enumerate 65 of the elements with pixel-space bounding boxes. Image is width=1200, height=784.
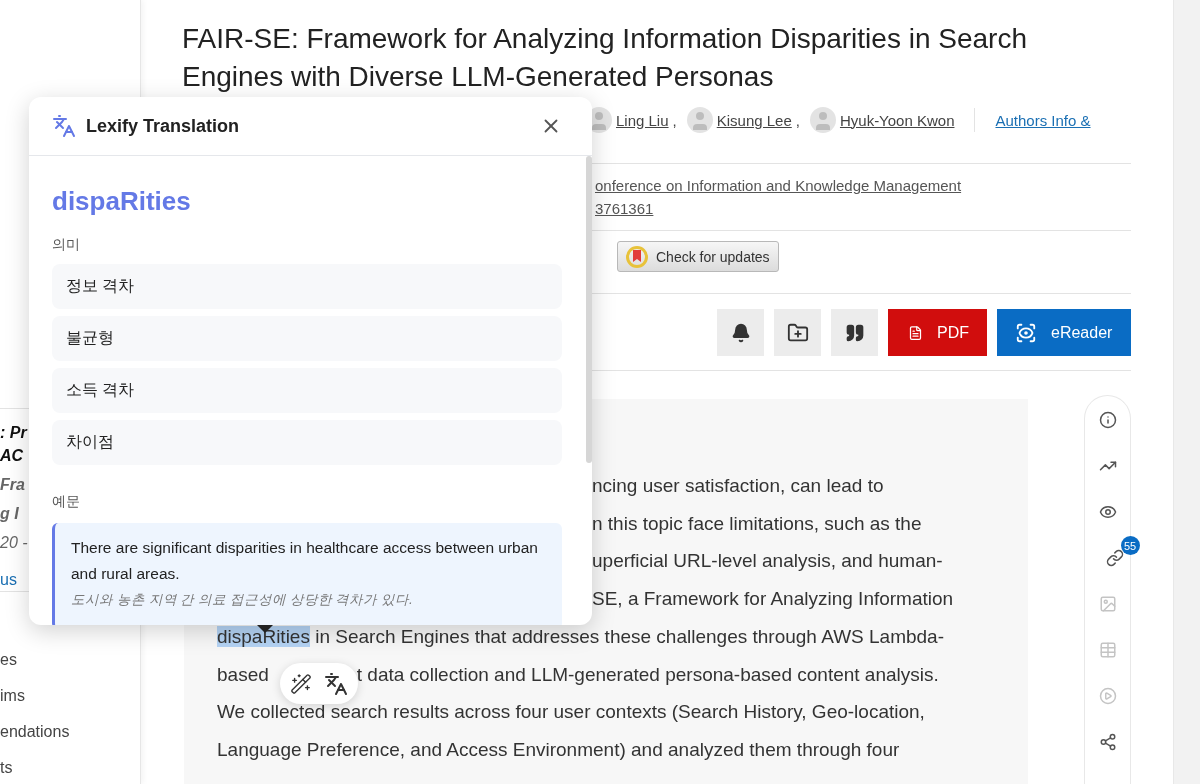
example-sentence: There are significant disparities in healthcare access between urban and rural areas. [71, 538, 539, 584]
author-link[interactable]: Hyuk-Yoon Kwon [839, 111, 955, 129]
link-icon [1105, 549, 1124, 567]
alert-button[interactable] [717, 309, 764, 356]
meaning-item: 불균형 [52, 316, 562, 361]
section-label: 예문 [52, 492, 81, 511]
separator: , [672, 111, 677, 129]
selected-word: dispaRities [217, 625, 310, 647]
card-link[interactable]: us [0, 568, 17, 591]
card-text: 20 - [0, 533, 28, 553]
quote-icon [844, 322, 865, 343]
eye-icon [1098, 503, 1117, 521]
article-title: FAIR-SE: Framework for Analyzing Information Disparities in Search Engines with Diverse LLM-Generated Personas [182, 22, 1028, 94]
card-text: AC [0, 446, 24, 466]
meaning-item: 정보 격차 [52, 264, 562, 309]
sidebar-item[interactable]: es [0, 642, 17, 678]
avatar-icon [809, 107, 836, 133]
separator: , [795, 111, 800, 129]
share-icon [1098, 733, 1117, 751]
ereader-button[interactable]: eReader [997, 309, 1131, 356]
scrollbar-thumb[interactable] [586, 156, 592, 463]
cite-button[interactable] [831, 309, 878, 356]
translate-button[interactable] [324, 671, 348, 696]
meaning-item: 차이점 [52, 420, 562, 465]
folder-plus-icon [786, 321, 809, 344]
bookmark-ribbon-icon [626, 245, 648, 268]
info-icon [1098, 411, 1117, 429]
count-badge: 55 [1120, 536, 1140, 555]
avatar-icon [686, 107, 713, 133]
add-folder-button[interactable] [774, 309, 821, 356]
example-translation: 도시와 농촌 지역 간 의료 접근성에 상당한 격차가 있다. [71, 591, 414, 609]
sidebar-item[interactable]: ims [0, 678, 25, 714]
author-link[interactable]: Kisung Lee [716, 111, 792, 129]
sidebar-item[interactable]: endations [0, 714, 70, 750]
card-text: : Pr [0, 423, 27, 443]
eye-scan-icon [1015, 321, 1037, 344]
abstract-text: uperficial URL-level analysis, and human- [592, 550, 943, 572]
abstract-text: based [217, 663, 269, 685]
card-text: Fra [0, 475, 25, 495]
abstract-text: SE, a Framework for Analyzing Information [592, 588, 954, 610]
image-icon [1098, 595, 1117, 613]
abstract-text: Language Preference, and Access Environment) and analyzed them through four [217, 738, 900, 760]
magic-wand-button[interactable] [290, 672, 312, 695]
card-text: g I [0, 504, 19, 524]
authors-info-link[interactable]: Authors Info & [995, 111, 1091, 129]
rail-button[interactable]: 55 [1105, 536, 1140, 570]
abstract-text: t data collection and LLM-generated persona-based content analysis. [356, 663, 939, 685]
headword: dispaRities [52, 185, 192, 218]
section-label: 의미 [52, 235, 81, 254]
meaning-item: 소득 격차 [52, 368, 562, 413]
sidebar-item[interactable]: ts [0, 750, 13, 784]
author-link[interactable]: Ling Liu [616, 111, 669, 129]
abstract-text: ncing user satisfaction, can lead to [592, 475, 884, 496]
table-icon [1098, 641, 1117, 659]
popup-title: Lexify Translation [86, 115, 241, 137]
venue-link[interactable]: onference on Information and Knowledge Management [595, 174, 962, 197]
check-updates-button[interactable]: Check for updates [617, 241, 779, 272]
abstract-text: We collected search results across four user contexts (Search History, Geo-location, [217, 701, 925, 723]
doi-link[interactable]: 3761361 [595, 197, 654, 220]
play-icon [1098, 687, 1117, 705]
abstract-text: in Search Engines that addresses these challenges through AWS Lambda- [314, 625, 944, 647]
pdf-button[interactable]: PDF [888, 309, 987, 356]
abstract-text: n this topic face limitations, such as the [592, 512, 922, 534]
translate-icon [52, 114, 76, 138]
bell-icon [730, 322, 751, 343]
